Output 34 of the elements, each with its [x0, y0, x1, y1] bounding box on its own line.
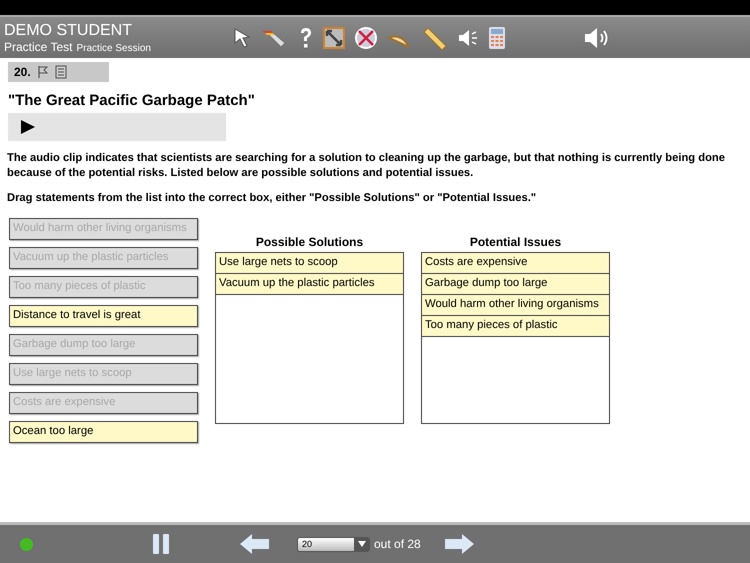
pointer-icon[interactable] [232, 26, 252, 48]
session-name: Practice Session [76, 42, 151, 54]
back-arrow-icon[interactable] [239, 533, 271, 555]
placed-statement[interactable]: Use large nets to scoop [216, 253, 403, 274]
ruler-icon[interactable] [422, 26, 448, 50]
placed-statement[interactable]: Vacuum up the plastic particles [216, 274, 403, 295]
help-icon[interactable] [298, 26, 314, 50]
placed-statement[interactable]: Garbage dump too large [422, 274, 609, 295]
passage-title: "The Great Pacific Garbage Patch" [8, 92, 256, 109]
student-name: DEMO STUDENT [4, 22, 133, 40]
placed-statement[interactable]: Too many pieces of plastic [422, 316, 609, 337]
instruction-text: Drag statements from the list into the correct box, either "Possible Solutions" or "Potential Issues." [7, 191, 538, 206]
instruction-text: The audio clip indicates that scientists are searching for a solution to cleaning up the garbage, but that nothing is currently being done because of the potential risks. Listed below are possible solutions and potential issues. [7, 151, 726, 181]
box-heading: Possible Solutions [256, 235, 364, 251]
question-number: 20. [14, 65, 31, 79]
statement-tile[interactable]: Ocean too large [9, 421, 198, 443]
statement-tile[interactable]: Distance to travel is great [9, 305, 198, 327]
pause-icon[interactable] [151, 533, 171, 555]
flag-icon[interactable] [36, 65, 49, 79]
drop-box[interactable]: Use large nets to scoop Vacuum up the plastic particles [215, 252, 404, 424]
notepad-icon[interactable] [54, 65, 67, 79]
no-answer-icon[interactable] [354, 26, 378, 50]
play-icon[interactable] [20, 119, 36, 135]
caret-icon [354, 538, 369, 550]
placed-statement[interactable]: Costs are expensive [422, 253, 609, 274]
resize-icon[interactable] [323, 26, 345, 48]
page-dropdown[interactable]: 20 [297, 536, 370, 552]
test-name: Practice Test [4, 40, 72, 54]
calculator-icon[interactable] [488, 26, 506, 50]
page-count: out of 28 [374, 537, 421, 551]
next-arrow-icon[interactable] [442, 533, 475, 555]
drop-box[interactable]: Costs are expensive Garbage dump too large Would harm other living organisms Too many pieces of plastic [421, 252, 610, 424]
box-heading: Potential Issues [470, 235, 562, 251]
placed-statement[interactable]: Would harm other living organisms [422, 295, 609, 316]
